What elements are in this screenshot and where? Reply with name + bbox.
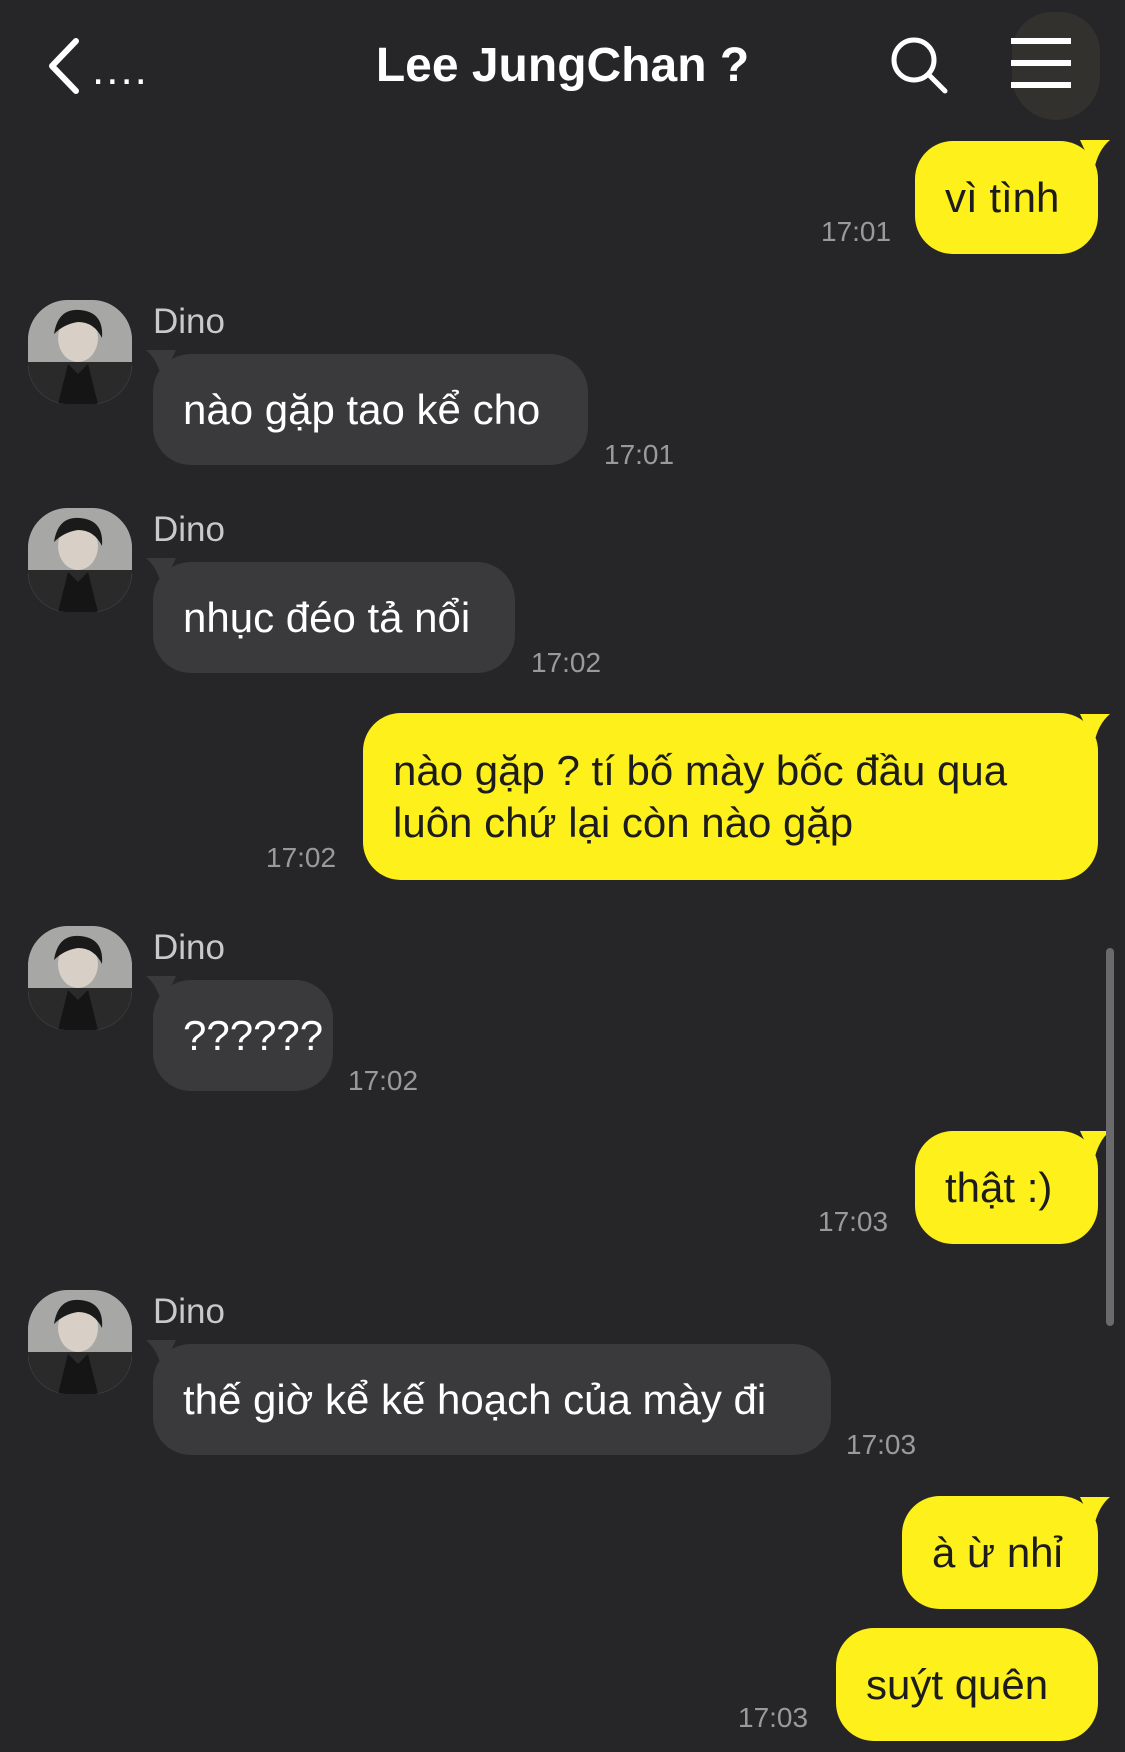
message-time: 17:02 bbox=[348, 1065, 419, 1096]
message-text: à ừ nhỉ bbox=[932, 1528, 1063, 1576]
message-time: 17:02 bbox=[266, 842, 337, 873]
menu-button[interactable] bbox=[1005, 34, 1077, 92]
sender-name: Dino bbox=[153, 1292, 225, 1331]
message-time: 17:02 bbox=[531, 647, 602, 678]
message-text: vì tình bbox=[945, 173, 1060, 221]
profile-photo bbox=[28, 508, 132, 612]
message-text-line: luôn chứ lại còn nào gặp bbox=[393, 799, 854, 846]
profile-photo bbox=[28, 926, 132, 1030]
avatar[interactable] bbox=[28, 508, 132, 612]
message-bubble[interactable]: à ừ nhỉ bbox=[902, 1496, 1098, 1609]
message-text: nhục đéo tả nổi bbox=[183, 593, 471, 641]
back-label: .... bbox=[92, 45, 149, 94]
message-time: 17:01 bbox=[604, 439, 675, 470]
message-text: ?????? bbox=[183, 1011, 324, 1059]
message-time: 17:03 bbox=[846, 1429, 917, 1460]
sender-name: Dino bbox=[153, 928, 225, 967]
profile-photo bbox=[28, 1290, 132, 1394]
message-bubble[interactable]: suýt quên bbox=[836, 1628, 1098, 1741]
message-bubble[interactable]: nhục đéo tả nổi bbox=[153, 562, 515, 673]
chat-header: .... Lee JungChan ? bbox=[0, 0, 1125, 135]
search-button[interactable] bbox=[888, 34, 950, 96]
message-bubble[interactable]: ?????? bbox=[153, 980, 333, 1091]
message-time: 17:03 bbox=[738, 1702, 809, 1733]
sender-name: Dino bbox=[153, 510, 225, 549]
chevron-left-icon bbox=[49, 38, 79, 94]
message-text: suýt quên bbox=[866, 1660, 1049, 1708]
sender-name: Dino bbox=[153, 302, 225, 341]
message-time: 17:01 bbox=[821, 216, 892, 247]
message-bubble[interactable]: vì tình bbox=[915, 141, 1098, 254]
scrollbar[interactable] bbox=[1106, 948, 1114, 1326]
profile-photo bbox=[28, 300, 132, 404]
message-bubble[interactable]: nào gặp ? tí bố mày bốc đầu qua luôn chứ… bbox=[363, 713, 1098, 880]
message-text: thế giờ kể kế hoạch của mày đi bbox=[183, 1375, 767, 1423]
avatar[interactable] bbox=[28, 926, 132, 1030]
chat-title: Lee JungChan ? bbox=[375, 39, 750, 92]
avatar[interactable] bbox=[28, 1290, 132, 1394]
message-text-line: nào gặp ? tí bố mày bốc đầu qua bbox=[393, 747, 1008, 794]
chat-screen: .... Lee JungChan ? vì tình 17:01 Dino n… bbox=[0, 0, 1125, 1752]
search-icon bbox=[891, 37, 948, 94]
message-text: thật :) bbox=[945, 1163, 1053, 1211]
back-button[interactable]: .... bbox=[44, 36, 164, 96]
message-bubble[interactable]: thế giờ kể kế hoạch của mày đi bbox=[153, 1344, 831, 1455]
message-text: nào gặp tao kể cho bbox=[183, 385, 541, 433]
message-bubble[interactable]: thật :) bbox=[915, 1131, 1098, 1244]
hamburger-menu-icon bbox=[1011, 38, 1071, 88]
avatar[interactable] bbox=[28, 300, 132, 404]
message-time: 17:03 bbox=[818, 1206, 889, 1237]
message-bubble[interactable]: nào gặp tao kể cho bbox=[153, 354, 588, 465]
